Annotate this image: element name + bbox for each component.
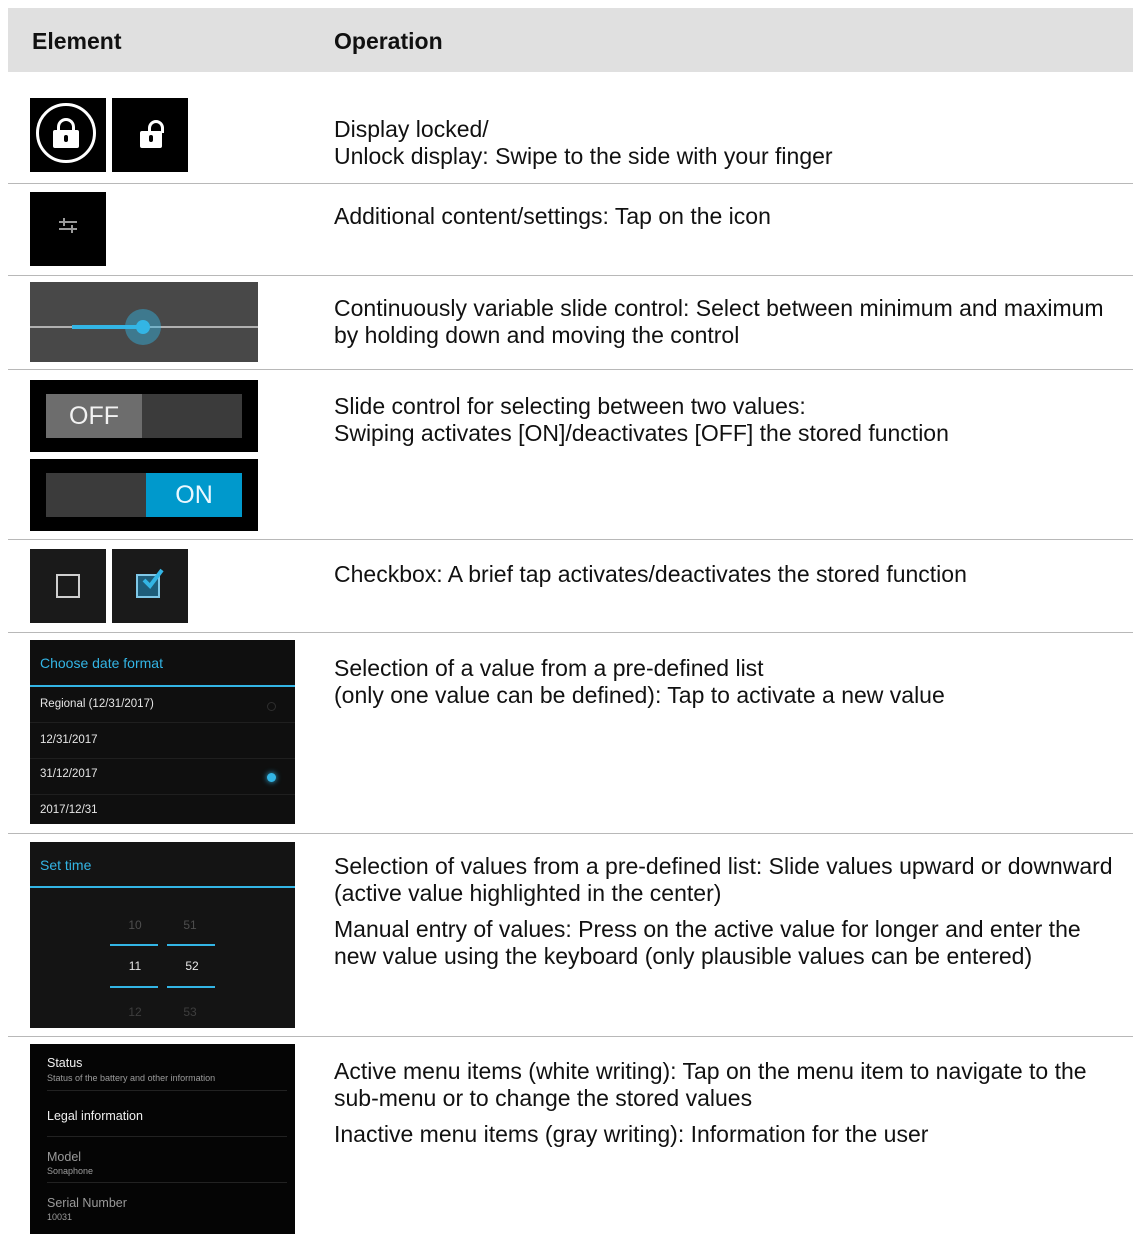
row-operation: Continuously variable slide control: Sel… — [334, 295, 1104, 348]
list-item[interactable]: 31/12/2017 — [40, 768, 98, 780]
settings-sliders-icon[interactable] — [30, 192, 106, 266]
row-divider — [8, 183, 1133, 184]
time-picker-dialog: Set time 10 51 11 52 12 53 — [30, 842, 295, 1028]
row-operation: Active menu items (white writing): Tap o… — [334, 1058, 1087, 1147]
checkbox-unchecked-icon[interactable] — [30, 549, 106, 623]
toggle-on-label: ON — [146, 473, 242, 517]
row-operation: Selection of a value from a pre-defined … — [334, 655, 945, 708]
toggle-off-label: OFF — [46, 394, 142, 438]
column-header-operation: Operation — [334, 28, 443, 54]
date-format-dialog: Choose date format Regional (12/31/2017)… — [30, 640, 295, 824]
menu-item-title[interactable]: Status — [47, 1056, 82, 1070]
row-divider — [8, 275, 1133, 276]
row-divider — [8, 539, 1133, 540]
menu-item-title: Serial Number — [47, 1196, 127, 1210]
list-item[interactable]: 2017/12/31 — [40, 804, 98, 816]
row-divider — [8, 833, 1133, 834]
checkbox-checked-icon[interactable] — [112, 549, 188, 623]
radio-unselected[interactable] — [267, 702, 276, 711]
seek-thumb[interactable] — [136, 320, 150, 334]
row-operation: Selection of values from a pre-defined l… — [334, 853, 1113, 969]
minute-active[interactable]: 52 — [177, 959, 207, 973]
menu-item-title: Model — [47, 1150, 82, 1164]
dialog-title: Choose date format — [40, 655, 163, 671]
hour-next[interactable]: 12 — [120, 1005, 150, 1019]
row-operation: Additional content/settings: Tap on the … — [334, 203, 771, 229]
toggle-on[interactable]: ON — [30, 459, 258, 531]
row-operation: Display locked/ Unlock display: Swipe to… — [334, 116, 833, 169]
minute-next[interactable]: 53 — [175, 1005, 205, 1019]
dialog-title-rule — [30, 886, 295, 888]
row-operation: Slide control for selecting between two … — [334, 393, 949, 446]
menu-item-title[interactable]: Legal information — [47, 1109, 143, 1123]
menu-item-subtitle: Sonaphone — [47, 1166, 94, 1176]
menu-item-subtitle: Status of the battery and other informat… — [47, 1073, 216, 1083]
lock-open-icon — [112, 98, 188, 172]
dialog-title-rule — [30, 685, 295, 687]
hour-active[interactable]: 11 — [120, 959, 150, 973]
column-header-element: Element — [32, 28, 122, 54]
minute-previous[interactable]: 51 — [175, 918, 205, 932]
hour-previous[interactable]: 10 — [120, 918, 150, 932]
table-header: Element Operation — [8, 8, 1133, 72]
row-divider — [8, 369, 1133, 370]
menu-item-subtitle: 10031 — [47, 1212, 73, 1222]
dialog-title: Set time — [40, 857, 92, 873]
list-item[interactable]: 12/31/2017 — [40, 734, 98, 746]
list-item[interactable]: Regional (12/31/2017) — [40, 698, 154, 710]
seek-bar[interactable] — [30, 282, 258, 362]
lock-closed-icon — [30, 98, 106, 172]
settings-menu: Status Status of the battery and other i… — [30, 1044, 295, 1234]
row-operation: Checkbox: A brief tap activates/deactiva… — [334, 561, 967, 587]
row-divider — [8, 632, 1133, 633]
toggle-off[interactable]: OFF — [30, 380, 258, 452]
row-divider — [8, 1036, 1133, 1037]
radio-selected[interactable] — [267, 773, 276, 782]
